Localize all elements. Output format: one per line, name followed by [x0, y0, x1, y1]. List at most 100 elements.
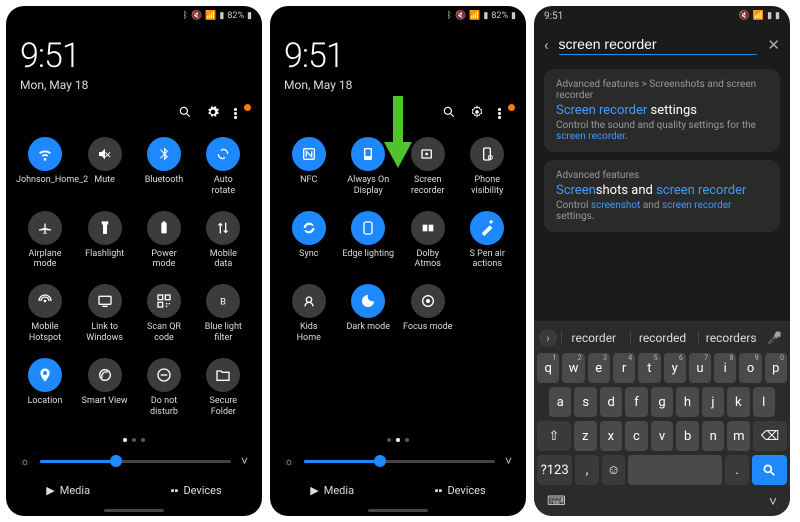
key-v[interactable]: v	[651, 421, 674, 451]
back-icon[interactable]: ‹	[544, 36, 549, 54]
search-result[interactable]: Advanced features > Screenshots and scre…	[544, 69, 780, 152]
key-symbols[interactable]: ?123	[537, 455, 572, 485]
tile-scan-qr[interactable]: Scan QR code	[135, 284, 192, 344]
key-c[interactable]: c	[625, 421, 648, 451]
brightness-slider[interactable]	[40, 460, 231, 463]
key-j[interactable]: j	[702, 387, 724, 417]
brightness-slider[interactable]	[304, 460, 495, 463]
key-comma[interactable]: ,	[575, 455, 599, 485]
search-icon[interactable]	[442, 104, 456, 123]
suggestion-3[interactable]: recorders	[698, 331, 763, 345]
tile-mobile-data[interactable]: Mobile data	[195, 211, 252, 271]
key-u[interactable]: u7	[689, 353, 711, 383]
tile-smart-view[interactable]: Smart View	[76, 358, 133, 418]
tile-dolby-atmos[interactable]: Dolby Atmos	[399, 211, 457, 271]
key-d[interactable]: d	[600, 387, 622, 417]
media-button[interactable]: ▶Media	[310, 484, 354, 497]
devices-button[interactable]: ▪▪Devices	[171, 484, 222, 497]
keyboard-switch-icon[interactable]: ⌨	[547, 494, 566, 509]
tile-power-mode[interactable]: Power mode	[135, 211, 192, 271]
key-space[interactable]	[628, 455, 722, 485]
clock-date: Mon, May 18	[284, 78, 512, 92]
key-w[interactable]: w2	[562, 353, 584, 383]
suggestion-1[interactable]: recorder	[561, 331, 626, 345]
key-l[interactable]: l	[753, 387, 775, 417]
search-input[interactable]	[559, 34, 758, 55]
search-result[interactable]: Advanced featuresScreenshots and screen …	[544, 160, 780, 232]
tile-mute[interactable]: Mute	[76, 137, 133, 197]
tile-sync[interactable]: Sync	[280, 211, 338, 271]
result-desc: Control screenshot and screen recorder s…	[556, 200, 768, 222]
key-o[interactable]: o9	[739, 353, 761, 383]
tile-hotspot[interactable]: Mobile Hotspot	[16, 284, 74, 344]
key-b[interactable]: b	[676, 421, 699, 451]
key-x[interactable]: x	[600, 421, 623, 451]
tile-auto-rotate[interactable]: Auto rotate	[195, 137, 252, 197]
tile-location[interactable]: Location	[16, 358, 74, 418]
key-search[interactable]	[752, 455, 787, 485]
devices-button[interactable]: ▪▪Devices	[435, 484, 486, 497]
key-s[interactable]: s	[574, 387, 596, 417]
screen-recorder-icon	[411, 137, 445, 171]
tile-bluetooth[interactable]: Bluetooth	[135, 137, 192, 197]
tile-dark-mode[interactable]: Dark mode	[340, 284, 398, 344]
tile-dnd[interactable]: Do not disturb	[135, 358, 192, 418]
key-h[interactable]: h	[676, 387, 698, 417]
media-button[interactable]: ▶Media	[46, 484, 90, 497]
more-icon[interactable]	[498, 107, 512, 121]
key-i[interactable]: i8	[714, 353, 736, 383]
key-n[interactable]: n	[702, 421, 725, 451]
tile-label: Dark mode	[346, 322, 390, 333]
key-emoji[interactable]: ☺	[602, 455, 626, 485]
tile-airplane[interactable]: Airplane mode	[16, 211, 74, 271]
key-g[interactable]: g	[651, 387, 673, 417]
key-backspace[interactable]: ⌫	[753, 421, 787, 451]
keyboard-collapse-icon[interactable]: ˅	[769, 493, 777, 510]
key-a[interactable]: a	[549, 387, 571, 417]
svg-text:B: B	[220, 297, 226, 308]
tile-focus-mode[interactable]: Focus mode	[399, 284, 457, 344]
key-p[interactable]: p0	[765, 353, 787, 383]
tile-edge-lighting[interactable]: Edge lighting	[340, 211, 398, 271]
key-y[interactable]: y6	[664, 353, 686, 383]
pager-1[interactable]	[6, 432, 262, 448]
brightness-low-icon: ☼	[20, 455, 30, 468]
tile-kids-home[interactable]: Kids Home	[280, 284, 338, 344]
brightness-expand-icon[interactable]: ˅	[505, 454, 512, 468]
key-z[interactable]: z	[574, 421, 597, 451]
brightness-expand-icon[interactable]: ˅	[241, 454, 248, 468]
key-q[interactable]: q1	[537, 353, 559, 383]
more-icon[interactable]	[234, 107, 248, 121]
power-mode-icon	[147, 211, 181, 245]
nav-bar[interactable]	[368, 509, 428, 512]
key-k[interactable]: k	[727, 387, 749, 417]
clear-icon[interactable]: ✕	[767, 36, 780, 54]
pager-2[interactable]	[270, 432, 526, 448]
key-shift[interactable]: ⇧	[537, 421, 571, 451]
keyboard: › recorder recorded recorders 🎤 q1w2e3r4…	[534, 321, 790, 516]
tile-link-windows[interactable]: Link to Windows	[76, 284, 133, 344]
tile-wifi[interactable]: Johnson_Home_2	[16, 137, 74, 197]
key-e[interactable]: e3	[588, 353, 610, 383]
suggestion-expand[interactable]: ›	[539, 329, 557, 347]
search-icon[interactable]	[178, 104, 192, 123]
key-m[interactable]: m	[727, 421, 750, 451]
tile-screen-recorder[interactable]: Screen recorder	[399, 137, 457, 197]
key-f[interactable]: f	[625, 387, 647, 417]
sync-icon	[292, 211, 326, 245]
tile-always-on[interactable]: Always On Display	[340, 137, 398, 197]
key-period[interactable]: .	[725, 455, 749, 485]
gear-icon[interactable]	[206, 104, 220, 123]
key-r[interactable]: r4	[613, 353, 635, 383]
mic-icon[interactable]: 🎤	[767, 331, 785, 345]
suggestion-2[interactable]: recorded	[630, 331, 695, 345]
tile-flashlight[interactable]: Flashlight	[76, 211, 133, 271]
tile-phone-visibility[interactable]: Phone visibility	[459, 137, 517, 197]
tile-secure-folder[interactable]: Secure Folder	[195, 358, 252, 418]
tile-spen-air[interactable]: S Pen air actions	[459, 211, 517, 271]
tile-nfc[interactable]: NFC	[280, 137, 338, 197]
gear-icon[interactable]	[470, 104, 484, 123]
nav-bar[interactable]	[104, 509, 164, 512]
key-t[interactable]: t5	[638, 353, 660, 383]
tile-blue-light[interactable]: BBlue light filter	[195, 284, 252, 344]
